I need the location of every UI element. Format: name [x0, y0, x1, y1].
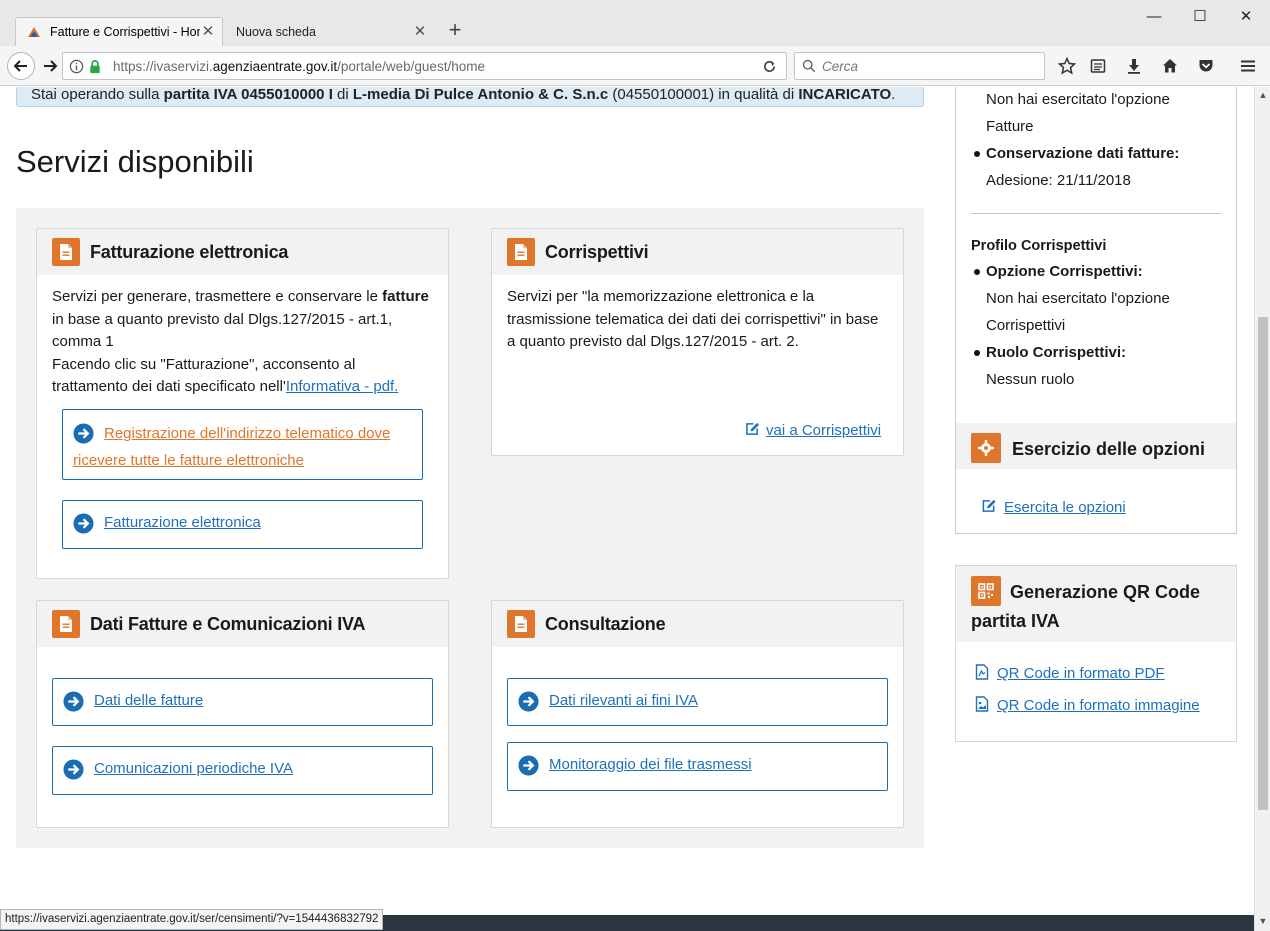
search-placeholder: Cerca: [822, 59, 859, 74]
pocket-icon[interactable]: [1195, 55, 1217, 77]
document-icon: [507, 238, 535, 266]
dati-rilevanti-iva-button[interactable]: Dati rilevanti ai fini IVA: [507, 678, 888, 726]
opzione-corrispettivi-status: Non hai esercitato l'opzione: [986, 290, 1170, 307]
divider: [971, 213, 1221, 214]
qr-code-icon: [971, 576, 1001, 606]
image-file-icon: [975, 696, 989, 712]
home-icon[interactable]: [1159, 55, 1181, 77]
opzione-corrispettivi-label: Opzione Corrispettivi:: [986, 263, 1143, 280]
reload-icon[interactable]: [762, 59, 777, 74]
opzione-fatture-status-2: Fatture: [986, 118, 1034, 135]
maximize-window-icon[interactable]: ☐: [1185, 6, 1215, 28]
dati-delle-fatture-button[interactable]: Dati delle fatture: [52, 678, 433, 726]
arrow-right-circle-icon: [518, 755, 539, 776]
vai-a-corrispettivi-link[interactable]: vai a Corrispettivi: [745, 422, 881, 439]
info-icon[interactable]: [69, 59, 84, 74]
close-tab-icon[interactable]: ✕: [412, 23, 428, 40]
tab-bar: Fatture e Corrispettivi - Home ✕ Nuova s…: [0, 0, 1270, 46]
bullet: [974, 269, 980, 275]
arrow-right-circle-icon: [73, 423, 94, 444]
card-header: Dati Fatture e Comunicazioni IVA: [37, 601, 448, 647]
navigation-toolbar: https://ivaservizi.agenziaentrate.gov.it…: [0, 46, 1270, 86]
edit-icon: [746, 422, 760, 435]
registrazione-indirizzo-button[interactable]: Registrazione dell'indirizzo telematico …: [62, 409, 423, 480]
card-title: Fatturazione elettronica: [90, 241, 289, 262]
document-icon: [52, 610, 80, 638]
notice-text: Stai operando sulla partita IVA 04550100…: [31, 87, 896, 103]
close-window-icon[interactable]: ✕: [1231, 6, 1261, 28]
arrow-right-circle-icon: [518, 691, 539, 712]
card-consultazione: Consultazione Dati rilevanti ai fini IVA…: [491, 600, 904, 828]
page-title: Servizi disponibili: [16, 144, 254, 179]
operating-notice-banner: Stai operando sulla partita IVA 04550100…: [16, 87, 924, 107]
conservazione-label: Conservazione dati fatture:: [986, 145, 1180, 162]
document-icon: [507, 610, 535, 638]
scrollbar-thumb[interactable]: [1258, 317, 1268, 810]
gear-icon: [971, 433, 1001, 463]
profilo-corrispettivi-heading: Profilo Corrispettivi: [971, 238, 1107, 254]
opzione-fatture-status: Non hai esercitato l'opzione: [986, 91, 1170, 108]
card-title: Dati Fatture e Comunicazioni IVA: [90, 613, 366, 634]
bullet: [974, 151, 980, 157]
arrow-right-circle-icon: [63, 691, 84, 712]
status-url-tooltip: https://ivaservizi.agenziaentrate.gov.it…: [0, 909, 384, 930]
informativa-pdf-link[interactable]: Informativa - pdf.: [286, 378, 399, 395]
card-title: Corrispettivi: [545, 241, 649, 262]
new-tab-plus-icon[interactable]: +: [444, 19, 466, 43]
qr-code-title-line-2: partita IVA: [971, 611, 1060, 631]
conservazione-value: Adesione: 21/11/2018: [986, 172, 1131, 189]
forward-arrow-icon[interactable]: [36, 52, 64, 80]
tab-nuova-scheda[interactable]: Nuova scheda ✕: [226, 17, 434, 46]
card-description: Servizi per "la memorizzazione elettroni…: [507, 288, 879, 350]
back-arrow-icon[interactable]: [7, 52, 35, 80]
search-icon: [802, 59, 816, 73]
opzione-corrispettivi-status-2: Corrispettivi: [986, 317, 1066, 334]
url-bar[interactable]: https://ivaservizi.agenziaentrate.gov.it…: [62, 52, 787, 80]
arrow-right-circle-icon: [73, 513, 94, 534]
scroll-up-icon[interactable]: ▲: [1255, 87, 1270, 103]
qr-code-pdf-link[interactable]: QR Code in formato PDF: [975, 664, 1165, 682]
lock-icon[interactable]: [88, 59, 102, 74]
card-corrispettivi: Corrispettivi Servizi per "la memorizzaz…: [491, 228, 904, 456]
download-icon[interactable]: [1123, 55, 1145, 77]
vertical-scrollbar[interactable]: ▲ ▼: [1254, 87, 1270, 931]
card-dati-fatture: Dati Fatture e Comunicazioni IVA Dati de…: [36, 600, 449, 828]
tab-title: Fatture e Corrispettivi - Home: [50, 25, 200, 39]
qr-code-title-line-1: Generazione QR Code: [1010, 582, 1201, 602]
page-content: Stai operando sulla partita IVA 04550100…: [0, 87, 1254, 915]
qr-code-immagine-link[interactable]: QR Code in formato immagine: [975, 696, 1200, 714]
card-header: Corrispettivi: [492, 229, 903, 275]
tab-fatture[interactable]: Fatture e Corrispettivi - Home ✕: [15, 17, 223, 46]
card-title: Consultazione: [545, 613, 666, 634]
esercita-opzioni-link[interactable]: Esercita le opzioni: [981, 499, 1126, 516]
comunicazioni-periodiche-button[interactable]: Comunicazioni periodiche IVA: [52, 746, 433, 795]
tab-title: Nuova scheda: [236, 24, 316, 39]
fatturazione-elettronica-button[interactable]: Fatturazione elettronica: [62, 500, 423, 549]
reader-list-icon[interactable]: [1087, 55, 1109, 77]
bullet: [974, 350, 980, 356]
ruolo-corrispettivi-value: Nessun ruolo: [986, 371, 1075, 388]
bookmark-star-icon[interactable]: [1056, 55, 1078, 77]
document-icon: [52, 238, 80, 266]
arrow-right-circle-icon: [63, 759, 84, 780]
site-favicon-icon: [28, 27, 40, 37]
card-header: Fatturazione elettronica: [37, 229, 448, 275]
close-tab-icon[interactable]: ✕: [200, 24, 216, 40]
esercizio-opzioni-title: Esercizio delle opzioni: [1012, 439, 1206, 459]
hamburger-menu-icon[interactable]: [1237, 55, 1259, 77]
scroll-down-icon[interactable]: ▼: [1255, 913, 1270, 929]
ruolo-corrispettivi-label: Ruolo Corrispettivi:: [986, 344, 1127, 361]
card-header: Consultazione: [492, 601, 903, 647]
url-text[interactable]: https://ivaservizi.agenziaentrate.gov.it…: [113, 59, 485, 74]
card-description: Servizi per generare, trasmettere e cons…: [52, 288, 429, 395]
minimize-window-icon[interactable]: —: [1139, 6, 1169, 28]
monitoraggio-file-button[interactable]: Monitoraggio dei file trasmessi: [507, 742, 888, 791]
edit-icon: [982, 499, 996, 512]
card-fatturazione-elettronica: Fatturazione elettronica Servizi per gen…: [36, 228, 449, 579]
search-bar[interactable]: Cerca: [794, 52, 1045, 80]
pdf-file-icon: [975, 664, 989, 680]
